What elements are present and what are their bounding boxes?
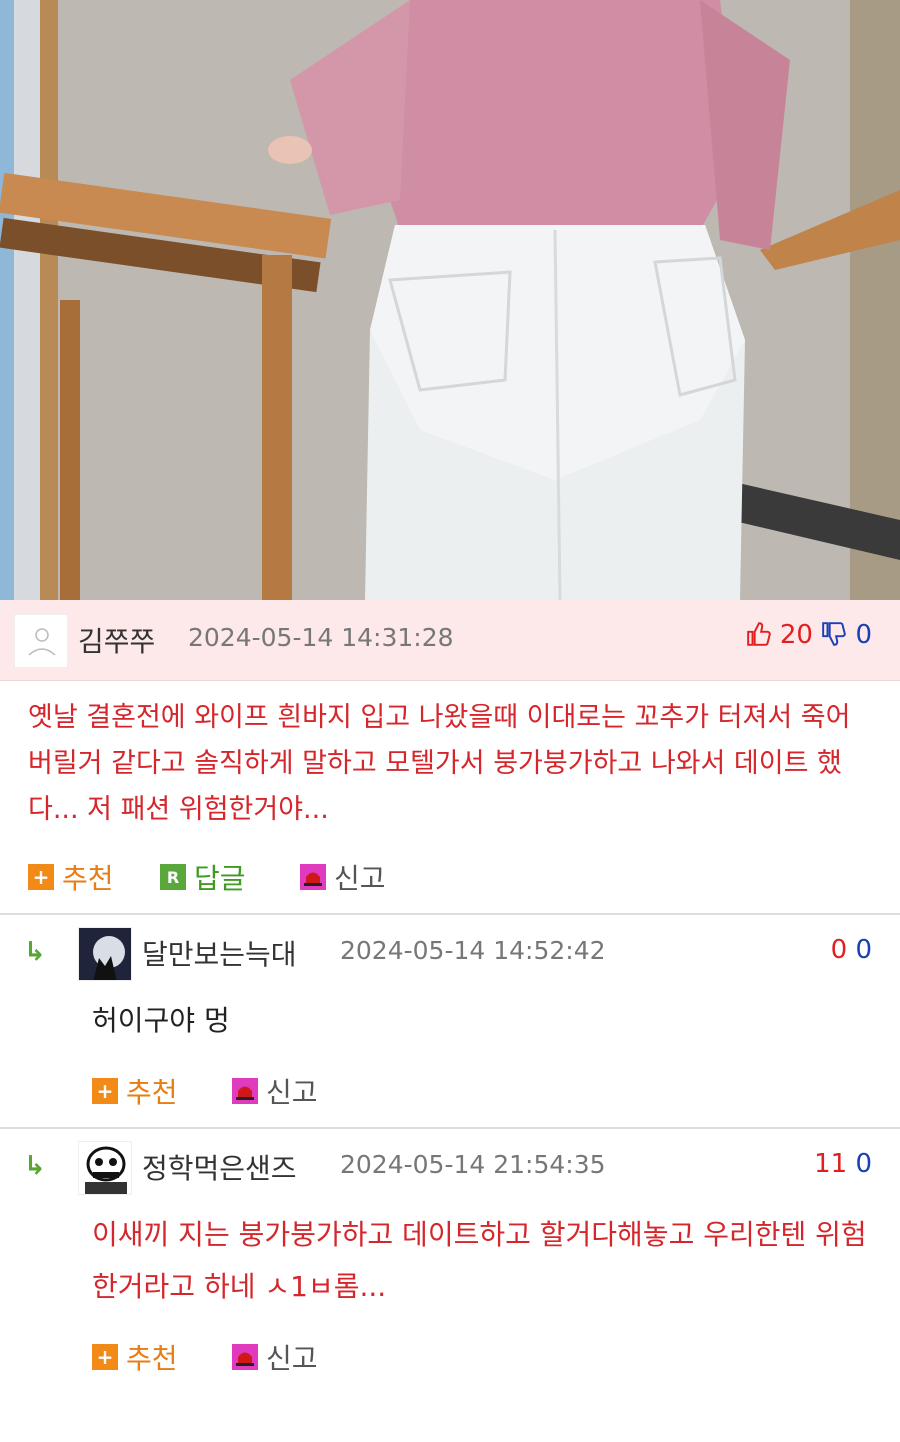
report-label: 신고 (266, 1076, 318, 1109)
report-button[interactable]: 신고 (232, 1071, 318, 1111)
recommend-label: 추천 (126, 1342, 178, 1375)
reply-arrow-icon: ↳ (24, 937, 46, 967)
reply-author[interactable]: 정학먹은샌즈 (142, 1147, 297, 1187)
comment: 김쭈쭈 2024-05-14 14:31:28 20 0 옛날 결혼전에 와이프… (0, 600, 900, 913)
recommend-label: 추천 (62, 862, 114, 895)
comment-date: 2024-05-14 14:31:28 (188, 623, 454, 652)
siren-icon (232, 1078, 258, 1104)
siren-icon (232, 1344, 258, 1370)
reply-header: ↳ 정학먹은샌즈 2024-05-14 21:54:35 11 0 (0, 1129, 900, 1205)
vote-counts: 0 0 (831, 935, 872, 965)
reply-header: ↳ 달만보는늑대 2024-05-14 14:52:42 0 0 (0, 915, 900, 991)
plus-icon: + (28, 864, 54, 890)
post-image (0, 0, 900, 600)
report-button[interactable]: 신고 (300, 857, 386, 897)
avatar[interactable] (14, 614, 68, 668)
avatar[interactable] (78, 927, 132, 981)
report-label: 신고 (334, 862, 386, 895)
comment-header: 김쭈쭈 2024-05-14 14:31:28 20 0 (0, 600, 900, 681)
vote-counts: 20 0 (746, 620, 872, 650)
reply-actions: + 추천 신고 (0, 1313, 900, 1393)
reply-date: 2024-05-14 21:54:35 (340, 1150, 606, 1179)
downvote-count: 0 (855, 935, 872, 965)
report-label: 신고 (266, 1342, 318, 1375)
downvote-count: 0 (855, 620, 872, 650)
reply-arrow-icon: ↳ (24, 1151, 46, 1181)
recommend-button[interactable]: + 추천 (92, 1071, 178, 1111)
comment-author[interactable]: 김쭈쭈 (78, 620, 155, 660)
reply-comment: ↳ 달만보는늑대 2024-05-14 14:52:42 0 0 허이구야 멍 … (0, 915, 900, 1127)
reply-actions: + 추천 신고 (0, 1047, 900, 1127)
plus-icon: + (92, 1344, 118, 1370)
reply-comment: ↳ 정학먹은샌즈 2024-05-14 21:54:35 11 0 이새끼 지는… (0, 1129, 900, 1393)
thumbs-up-icon[interactable] (746, 620, 780, 650)
reply-button[interactable]: R 답글 (160, 857, 246, 897)
reply-r-icon: R (160, 864, 186, 890)
vote-counts: 11 0 (814, 1149, 872, 1179)
comment-text: 옛날 결혼전에 와이프 흰바지 입고 나왔을때 이대로는 꼬추가 터져서 죽어버… (28, 702, 851, 825)
reply-text: 이새끼 지는 붕가붕가하고 데이트하고 할거다해놓고 우리한텐 위험한거라고 하… (92, 1218, 867, 1303)
thumbs-down-icon[interactable] (821, 620, 855, 650)
upvote-count: 20 (779, 620, 813, 650)
recommend-button[interactable]: + 추천 (92, 1337, 178, 1377)
reply-label: 답글 (194, 862, 246, 895)
avatar[interactable] (78, 1141, 132, 1195)
upvote-count: 11 (814, 1149, 848, 1179)
reply-author[interactable]: 달만보는늑대 (142, 933, 297, 973)
recommend-label: 추천 (126, 1076, 178, 1109)
comment-actions: + 추천 R 답글 신고 (0, 833, 900, 913)
downvote-count: 0 (855, 1149, 872, 1179)
recommend-button[interactable]: + 추천 (28, 857, 114, 897)
plus-icon: + (92, 1078, 118, 1104)
reply-date: 2024-05-14 14:52:42 (340, 936, 606, 965)
reply-text: 허이구야 멍 (92, 1004, 230, 1037)
siren-icon (300, 864, 326, 890)
report-button[interactable]: 신고 (232, 1337, 318, 1377)
upvote-count: 0 (830, 935, 848, 965)
